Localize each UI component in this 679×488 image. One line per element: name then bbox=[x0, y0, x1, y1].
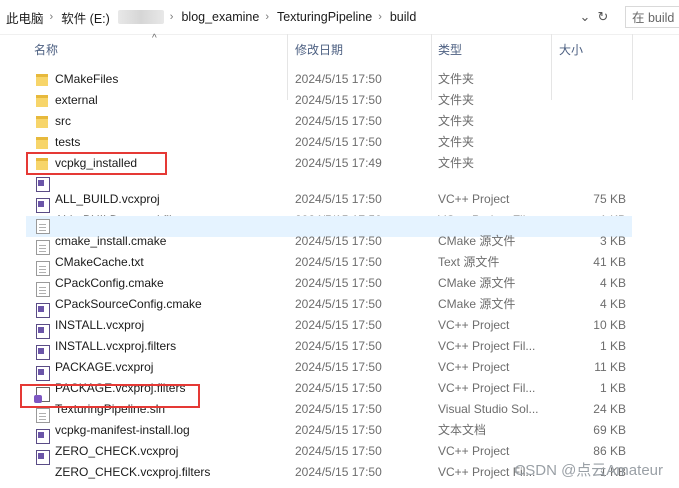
file-name: ZERO_CHECK.vcxproj.filters bbox=[55, 465, 211, 479]
file-name: src bbox=[55, 114, 71, 128]
list-item[interactable]: src 2024/5/15 17:50 文件夹 bbox=[0, 111, 632, 132]
redacted-folder-segment bbox=[117, 10, 164, 24]
list-item[interactable]: CMakeFiles 2024/5/15 17:50 文件夹 bbox=[0, 69, 632, 90]
file-type: 文件夹 bbox=[438, 114, 475, 128]
list-item[interactable]: ZERO_CHECK.vcxproj 2024/5/15 17:50 VC++ Pr… bbox=[0, 426, 632, 458]
vcxproj-icon bbox=[36, 450, 50, 465]
folder-icon bbox=[36, 95, 48, 107]
vcxproj-icon bbox=[36, 366, 50, 381]
folder-icon bbox=[36, 116, 48, 128]
file-name: CMakeFiles bbox=[55, 72, 119, 86]
list-item[interactable]: PACKAGE.vcxproj.filters 2024/5/15 17:50 VC… bbox=[0, 363, 632, 395]
vcxproj-icon bbox=[36, 429, 50, 444]
file-type: 文件夹 bbox=[438, 156, 475, 170]
folder-icon bbox=[36, 137, 48, 149]
file-date: 2024/5/15 17:50 bbox=[295, 72, 382, 86]
vcxproj-icon bbox=[36, 324, 50, 339]
document-icon bbox=[36, 240, 50, 255]
chevron-right-icon[interactable]: › bbox=[168, 11, 176, 23]
watermark: CSDN @点云Amateur bbox=[514, 462, 663, 479]
breadcrumb-drive-e[interactable]: 软件 (E:) bbox=[55, 8, 114, 27]
file-date: 2024/5/15 17:50 bbox=[295, 114, 382, 128]
file-name: tests bbox=[55, 135, 81, 149]
column-headers: ^ 名称 修改日期 类型 大小 bbox=[0, 33, 679, 100]
search-input[interactable]: 在 build bbox=[625, 6, 679, 28]
address-bar: 此电脑 › 软件 (E:) › blog_examine › Texturing… bbox=[0, 0, 679, 35]
address-dropdown-icon[interactable]: ⌄ bbox=[576, 8, 594, 26]
list-item[interactable]: tests 2024/5/15 17:50 文件夹 bbox=[0, 132, 632, 153]
list-item[interactable]: external 2024/5/15 17:50 文件夹 bbox=[0, 90, 632, 111]
list-item[interactable]: ALL_BUILD.vcxproj.filters2024/5/15 17:50… bbox=[0, 195, 632, 227]
file-date: 2024/5/15 17:50 bbox=[295, 135, 382, 149]
file-type: 文件夹 bbox=[438, 135, 475, 149]
list-item[interactable]: INSTALL.vcxproj 2024/5/15 17:50 VC++ Proje… bbox=[0, 300, 632, 332]
document-icon bbox=[36, 261, 50, 276]
breadcrumb-build[interactable]: build bbox=[384, 10, 420, 24]
list-item[interactable]: ALL_BUILD.vcxproj 2024/5/15 17:50 VC++ Pro… bbox=[0, 174, 632, 206]
file-type: 文件夹 bbox=[438, 93, 475, 107]
highlight-box-vcpkg-installed bbox=[26, 152, 167, 175]
folder-icon bbox=[36, 74, 48, 86]
list-item[interactable]: INSTALL.vcxproj.filters 2024/5/15 17:50 VC… bbox=[0, 321, 632, 353]
highlight-box-sln bbox=[20, 384, 200, 408]
breadcrumb-texturing-pipeline[interactable]: TexturingPipeline bbox=[271, 10, 376, 24]
breadcrumb: 此电脑 › 软件 (E:) › blog_examine › Texturing… bbox=[0, 5, 616, 29]
file-type: 文件夹 bbox=[438, 72, 475, 86]
column-header-size[interactable]: 大小 bbox=[559, 34, 583, 66]
column-divider[interactable] bbox=[632, 34, 633, 100]
breadcrumb-blog-examine[interactable]: blog_examine bbox=[175, 10, 263, 24]
vcxproj-icon bbox=[36, 345, 50, 360]
list-item[interactable]: CMakeCache.txt 2024/5/15 17:50 Text 源文件 41 … bbox=[0, 237, 632, 269]
vcxproj-icon bbox=[36, 177, 50, 192]
breadcrumb-this-pc[interactable]: 此电脑 bbox=[0, 8, 48, 27]
document-icon bbox=[36, 282, 50, 297]
file-date: 2024/5/15 17:50 bbox=[295, 93, 382, 107]
file-date: 2024/5/15 17:49 bbox=[295, 156, 382, 170]
column-header-date[interactable]: 修改日期 bbox=[295, 34, 343, 66]
column-header-name[interactable]: 名称 bbox=[34, 34, 58, 66]
list-item[interactable]: cmake_install.cmake 2024/5/15 17:50 CMake … bbox=[26, 216, 632, 248]
vcxproj-icon bbox=[36, 303, 50, 318]
file-name: external bbox=[55, 93, 98, 107]
document-icon bbox=[36, 219, 50, 234]
column-header-type[interactable]: 类型 bbox=[438, 34, 462, 66]
list-item[interactable]: CPackConfig.cmake 2024/5/15 17:50 CMake 源文… bbox=[0, 258, 632, 290]
chevron-right-icon[interactable]: › bbox=[48, 11, 56, 23]
sort-ascending-icon: ^ bbox=[152, 33, 157, 44]
list-item[interactable]: vcpkg-manifest-install.log 2024/5/15 17:5… bbox=[0, 405, 632, 437]
refresh-icon[interactable]: ↻ bbox=[594, 8, 612, 26]
chevron-right-icon[interactable]: › bbox=[376, 11, 384, 23]
chevron-right-icon[interactable]: › bbox=[263, 11, 271, 23]
document-icon bbox=[36, 408, 50, 423]
file-date: 2024/5/15 17:50 bbox=[295, 465, 382, 479]
vcxproj-icon bbox=[36, 198, 50, 213]
list-item[interactable]: CPackSourceConfig.cmake 2024/5/15 17:50 CM… bbox=[0, 279, 632, 311]
list-item[interactable]: PACKAGE.vcxproj 2024/5/15 17:50 VC++ Proje… bbox=[0, 342, 632, 374]
